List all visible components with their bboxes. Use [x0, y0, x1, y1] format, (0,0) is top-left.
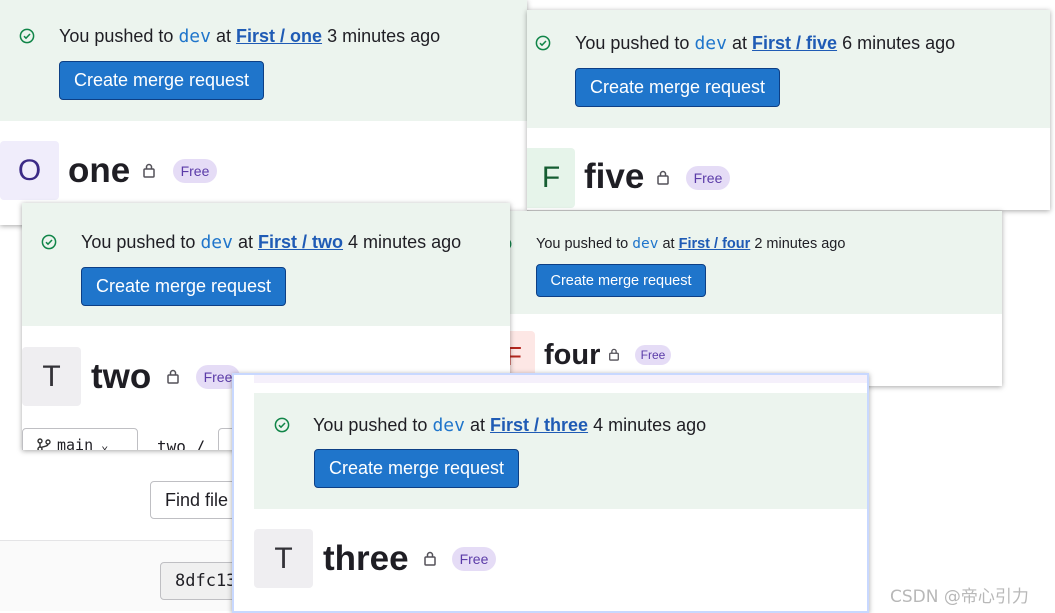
- branch-name: dev: [200, 232, 233, 253]
- plan-badge: Free: [452, 547, 496, 571]
- branch-selector-label: main: [57, 436, 94, 450]
- push-banner: You pushed to dev at First / three 4 min…: [254, 393, 867, 509]
- check-circle-icon: [41, 234, 57, 250]
- push-message: You pushed to dev at First / four 2 minu…: [536, 236, 846, 252]
- push-time: 2 minutes ago: [754, 236, 846, 252]
- create-merge-request-button[interactable]: Create merge request: [314, 449, 519, 488]
- lock-icon: [609, 348, 619, 361]
- push-message: You pushed to dev at First / five 6 minu…: [575, 33, 956, 54]
- path-breadcrumb[interactable]: two /: [157, 437, 205, 450]
- project-link[interactable]: First / three: [490, 415, 588, 435]
- commit-sha-label: 8dfc13: [175, 571, 237, 591]
- branch-selector[interactable]: main ⌄: [22, 428, 138, 450]
- branch-icon: [37, 438, 51, 450]
- project-title: two: [91, 357, 152, 396]
- push-message: You pushed to dev at First / two 4 minut…: [81, 232, 462, 253]
- lock-icon: [167, 369, 179, 384]
- project-link[interactable]: First / two: [258, 232, 343, 252]
- branch-name: dev: [694, 33, 727, 54]
- project-avatar: O: [0, 141, 59, 200]
- push-time: 4 minutes ago: [593, 415, 707, 435]
- project-window-three: You pushed to dev at First / three 4 min…: [232, 373, 869, 613]
- project-link[interactable]: First / one: [236, 26, 322, 46]
- create-merge-request-button[interactable]: Create merge request: [575, 68, 780, 107]
- check-circle-icon: [535, 35, 551, 51]
- push-time: 6 minutes ago: [842, 33, 956, 53]
- watermark: CSDN @帝心引力: [890, 587, 1029, 607]
- check-circle-icon: [274, 417, 290, 433]
- push-message: You pushed to dev at First / three 4 min…: [313, 415, 707, 436]
- project-title: four: [544, 339, 601, 371]
- find-file-label: Find file: [165, 489, 229, 510]
- project-title: one: [68, 151, 131, 190]
- push-banner: You pushed to dev at First / five 6 minu…: [527, 10, 1050, 128]
- project-window-five: You pushed to dev at First / five 6 minu…: [527, 10, 1050, 210]
- push-time: 4 minutes ago: [348, 232, 462, 252]
- push-banner: You pushed to dev at First / one 3 minut…: [0, 0, 527, 121]
- push-time: 3 minutes ago: [327, 26, 441, 46]
- project-link[interactable]: First / five: [752, 33, 837, 53]
- lock-icon: [143, 163, 155, 178]
- project-window-one: You pushed to dev at First / one 3 minut…: [0, 0, 527, 225]
- project-title: three: [323, 539, 409, 578]
- plan-badge: Free: [173, 159, 217, 183]
- project-avatar: T: [254, 529, 313, 588]
- push-message: You pushed to dev at First / one 3 minut…: [59, 26, 441, 47]
- branch-name: dev: [432, 415, 465, 436]
- lock-icon: [657, 170, 669, 185]
- push-banner: You pushed to dev at First / two 4 minut…: [22, 203, 510, 326]
- lock-icon: [424, 551, 436, 566]
- project-title: five: [584, 157, 645, 196]
- branch-name: dev: [178, 26, 211, 47]
- plan-badge: Free: [686, 166, 730, 190]
- project-avatar: F: [527, 148, 575, 208]
- create-merge-request-button[interactable]: Create merge request: [536, 264, 706, 297]
- push-banner: You pushed to dev at First / four 2 minu…: [495, 211, 1002, 314]
- chevron-down-icon: ⌄: [101, 438, 109, 450]
- panel-top-strip: [254, 375, 867, 383]
- project-avatar: T: [22, 347, 81, 406]
- create-merge-request-button[interactable]: Create merge request: [59, 61, 264, 100]
- branch-name: dev: [632, 236, 659, 252]
- create-merge-request-button[interactable]: Create merge request: [81, 267, 286, 306]
- project-window-four: You pushed to dev at First / four 2 minu…: [495, 211, 1002, 386]
- plan-badge: Free: [635, 345, 671, 365]
- check-circle-icon: [19, 28, 35, 44]
- project-link[interactable]: First / four: [679, 236, 751, 252]
